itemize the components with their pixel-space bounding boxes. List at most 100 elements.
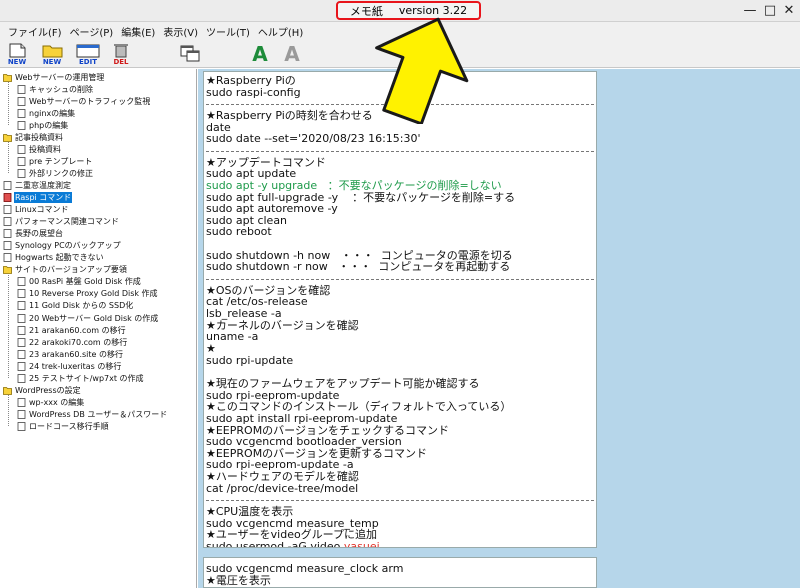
new-folder-button[interactable]: NEW [39, 42, 65, 66]
tree-page[interactable]: WordPress DB ユーザー＆パスワード [17, 408, 168, 420]
new-page-label: NEW [7, 58, 27, 66]
page-icon [17, 156, 26, 166]
tree-item-label: wp-xxx の編集 [29, 397, 85, 407]
editor-line-text: sudo usermod -aG video [206, 540, 344, 548]
window-toggle-button[interactable] [178, 42, 204, 66]
menu-view[interactable]: 表示(V) [159, 24, 202, 39]
tree-page[interactable]: 00 RasPi 基盤 Gold Disk 作成 [17, 276, 142, 288]
page-icon [17, 373, 26, 383]
tree-item-label: Webサーバーの運用管理 [15, 72, 105, 82]
tree-item-label: 11 Gold Disk からの SSD化 [29, 301, 134, 311]
menu-tools[interactable]: ツール(T) [202, 24, 254, 39]
tree-folder[interactable]: サイトのバージョンアップ要領 [3, 264, 128, 276]
tree-page[interactable]: Hogwarts 起動できない [3, 252, 105, 264]
tree-folder[interactable]: WordPressの設定 [3, 384, 82, 396]
page-icon [17, 349, 26, 359]
page-icon [17, 301, 26, 311]
tree-page[interactable]: Webサーバーのトラフィック監視 [17, 95, 151, 107]
delete-label: DEL [113, 58, 129, 66]
tree-guide-line [8, 274, 9, 379]
tree-page[interactable]: phpの編集 [17, 119, 69, 131]
tree-folder[interactable]: 記事投稿資料 [3, 131, 64, 143]
tree-item-label: キャッシュの削除 [29, 84, 93, 94]
page-icon [17, 84, 26, 94]
tree-page[interactable]: 11 Gold Disk からの SSD化 [17, 300, 134, 312]
tree-page[interactable]: 24 trek-luxeritas の移行 [17, 360, 122, 372]
page-icon [17, 277, 26, 287]
editor-line: cat /proc/device-tree/model [206, 482, 358, 495]
close-button[interactable]: ✕ [781, 3, 797, 18]
editor-line: sudo raspi-config [206, 86, 301, 99]
tree-item-label: phpの編集 [29, 120, 69, 130]
tree-page[interactable]: Linuxコマンド [3, 204, 70, 216]
tree-page[interactable]: 21 arakan60.com の移行 [17, 324, 127, 336]
font-style-button[interactable]: A [279, 42, 305, 66]
tree-page[interactable]: 22 arakoki70.com の移行 [17, 336, 128, 348]
tree-item-label: 20 Webサーバー Gold Disk の作成 [29, 313, 159, 323]
folder-icon [3, 266, 12, 275]
tree-page[interactable]: wp-xxx の編集 [17, 396, 85, 408]
font-color-button[interactable]: A [247, 42, 273, 66]
text-editor[interactable]: ★Raspberry Piの sudo raspi-config ★Raspberr… [203, 71, 597, 548]
new-folder-label: NEW [42, 58, 62, 66]
tree-page[interactable]: 23 arakan60.site の移行 [17, 348, 124, 360]
windows-icon [180, 45, 200, 62]
menu-page[interactable]: ページ(P) [66, 24, 118, 39]
editor-line-text: sudo date --set='2020/08/23 16:15:30' [206, 132, 421, 146]
tree-item-label: 外部リンクの修正 [29, 168, 93, 178]
tree-item-label: WordPressの設定 [15, 385, 81, 395]
page-tree: Webサーバーの運用管理 キャッシュの削除 Webサーバーのトラフィック監視 ngin… [0, 69, 197, 588]
page-icon [3, 205, 12, 214]
tree-guide-line [8, 395, 9, 427]
edit-button[interactable]: EDIT [73, 42, 103, 66]
page-icon [17, 120, 26, 130]
tree-page[interactable]: ロードコース移行手順 [17, 420, 110, 432]
menu-help[interactable]: ヘルプ(H) [254, 24, 307, 39]
tree-page[interactable]: 投稿資料 [17, 143, 62, 155]
delete-button[interactable]: DEL [108, 42, 134, 66]
tree-page[interactable]: Synology PCのバックアップ [3, 240, 122, 252]
tree-item-label: 00 RasPi 基盤 Gold Disk 作成 [29, 277, 141, 287]
tree-item-label: サイトのバージョンアップ要領 [15, 265, 127, 275]
tree-page[interactable]: 外部リンクの修正 [17, 167, 94, 179]
annotation-arrow-icon [375, 17, 469, 124]
maximize-button[interactable]: □ [762, 3, 778, 18]
tree-page[interactable]: 二重窓温度測定 [3, 179, 72, 191]
page-icon [3, 193, 12, 202]
tree-item-label: Webサーバーのトラフィック監視 [29, 96, 151, 106]
tree-page[interactable]: 10 Reverse Proxy Gold Disk 作成 [17, 288, 159, 300]
tree-page[interactable]: キャッシュの削除 [17, 83, 94, 95]
tree-page[interactable]: Raspi コマンド [3, 192, 73, 204]
tree-page[interactable]: パフォーマンス関連コマンド [3, 216, 120, 228]
tree-page[interactable]: 長野の展望台 [3, 228, 64, 240]
menu-file[interactable]: ファイル(F) [4, 24, 66, 39]
tree-page[interactable]: nginxの編集 [17, 107, 76, 119]
minimize-button[interactable]: — [742, 3, 758, 18]
tree-item-label: pre テンプレート [29, 156, 93, 166]
tree-item-label: パフォーマンス関連コマンド [15, 217, 119, 227]
tree-page[interactable]: 25 テストサイト/wp7xt の作成 [17, 372, 145, 384]
tree-item-label: nginxの編集 [29, 108, 76, 118]
tree-item-label: 記事投稿資料 [15, 132, 63, 142]
text-editor-secondary[interactable]: sudo vcgencmd measure_clock arm ★電圧を表示 [203, 557, 597, 588]
tree-item-label: ロードコース移行手順 [29, 421, 109, 431]
tree-folder[interactable]: Webサーバーの運用管理 [3, 71, 105, 83]
page-icon [17, 409, 26, 419]
page-icon [17, 96, 26, 106]
page-icon [17, 289, 26, 299]
tree-page[interactable]: pre テンプレート [17, 155, 93, 167]
menu-edit[interactable]: 編集(E) [117, 24, 159, 39]
tree-item-label: 25 テストサイト/wp7xt の作成 [29, 373, 144, 383]
new-page-button[interactable]: NEW [4, 42, 30, 66]
new-folder-icon [42, 45, 63, 58]
tree-item-label: Linuxコマンド [15, 205, 69, 215]
page-icon [17, 397, 26, 407]
page-icon [17, 422, 26, 431]
editor-line: ★Raspberry Piの時刻を合わせる [206, 109, 373, 122]
page-icon [3, 253, 12, 263]
tree-page[interactable]: 20 Webサーバー Gold Disk の作成 [17, 312, 159, 324]
page-icon [17, 108, 26, 118]
new-page-icon [9, 43, 26, 58]
editor-line-text: sudo shutdown -r now ・・・ コンピュータを再起動する [206, 260, 511, 274]
editor-line: ★電圧を表示 [206, 574, 271, 587]
